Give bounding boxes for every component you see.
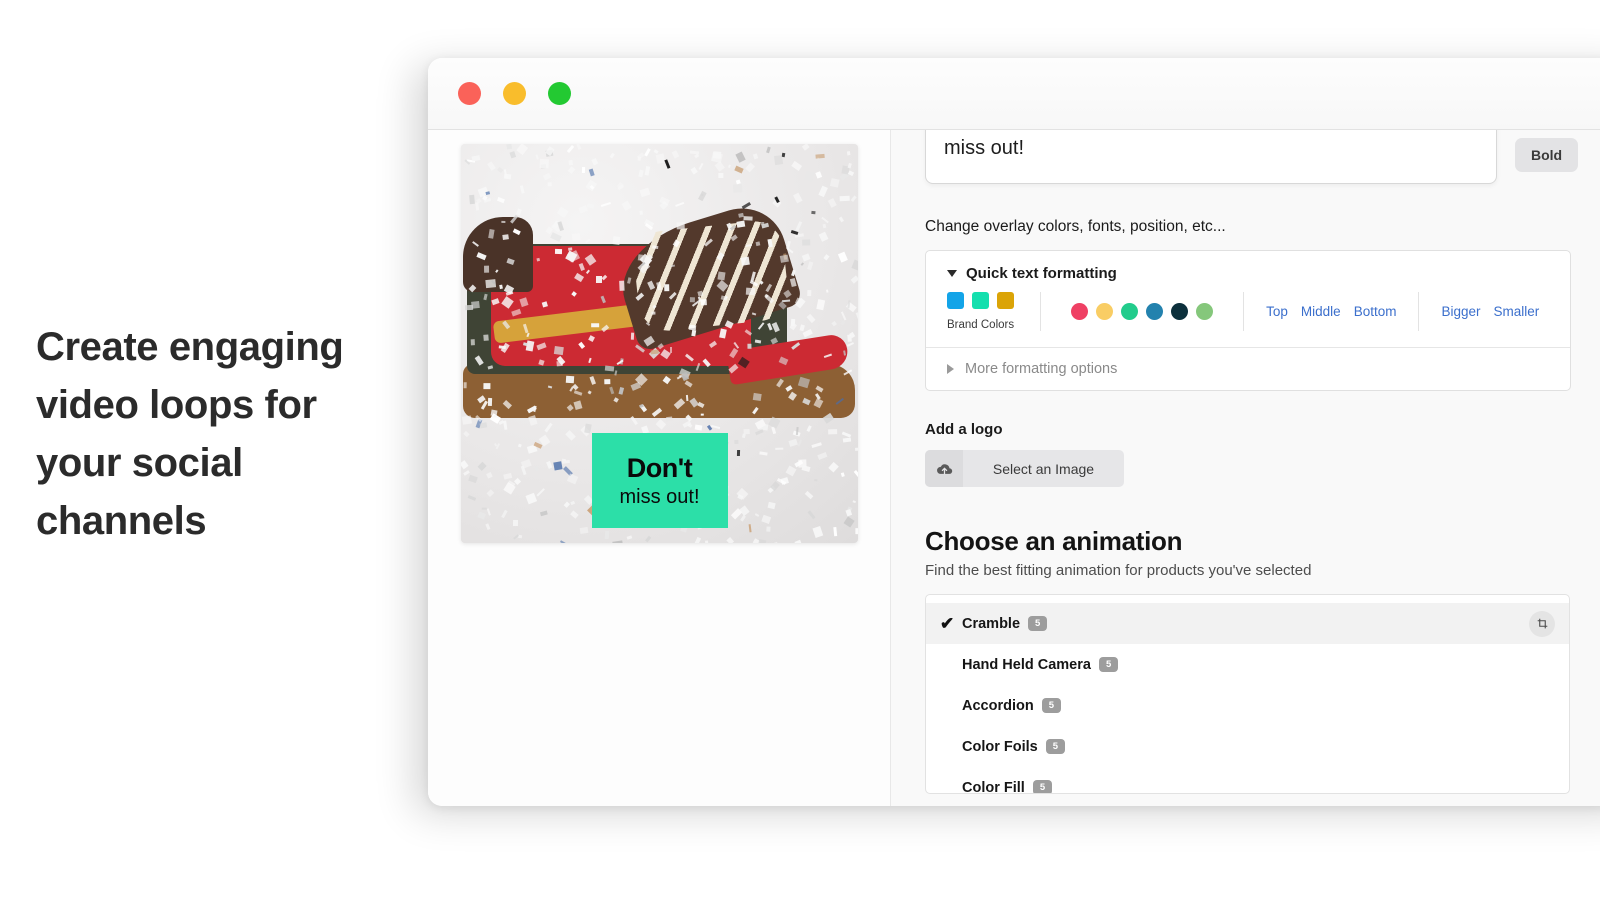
window-body: Don't miss out! miss out! Bold Change ov… <box>428 130 1600 806</box>
size-links[interactable]: Bigger Smaller <box>1441 304 1539 319</box>
animation-item-color-foils[interactable]: Color Foils 5 <box>926 726 1569 767</box>
page-headline: Create engaging video loops for your soc… <box>36 325 344 543</box>
select-image-label: Select an Image <box>992 460 1095 477</box>
position-middle-link[interactable]: Middle <box>1301 304 1341 319</box>
palette-color-dots[interactable] <box>1071 303 1214 320</box>
window-close-button[interactable] <box>458 82 481 105</box>
palette-color-4[interactable] <box>1146 303 1164 320</box>
animation-item-hand-held-camera[interactable]: Hand Held Camera 5 <box>926 644 1569 685</box>
chevron-right-icon <box>947 364 954 374</box>
animation-item-badge: 5 <box>1032 780 1053 793</box>
quick-formatting-card: Quick text formatting Brand Colors Top Mi… <box>925 250 1571 391</box>
animation-item-label: Color Fill <box>962 779 1025 794</box>
animation-item-label: Cramble <box>962 615 1021 632</box>
position-group: Top Middle Bottom <box>1243 292 1418 331</box>
quick-formatting-header[interactable]: Quick text formatting <box>926 251 1570 292</box>
animation-item-badge: 5 <box>1098 657 1119 672</box>
brand-color-swatch-2[interactable] <box>972 292 989 309</box>
window-maximize-button[interactable] <box>548 82 571 105</box>
brand-colors-label: Brand Colors <box>947 319 1015 331</box>
size-group: Bigger Smaller <box>1418 292 1561 331</box>
traffic-light-group <box>458 82 571 105</box>
animation-item-badge: 5 <box>1045 739 1066 754</box>
size-smaller-link[interactable]: Smaller <box>1494 304 1540 319</box>
palette-color-1[interactable] <box>1071 303 1089 320</box>
chevron-down-icon <box>947 270 957 277</box>
palette-color-6[interactable] <box>1196 303 1214 320</box>
animation-item-color-fill[interactable]: Color Fill 5 <box>926 767 1569 794</box>
check-icon: ✔ <box>940 613 955 633</box>
quick-formatting-title: Quick text formatting <box>966 265 1117 282</box>
window-minimize-button[interactable] <box>503 82 526 105</box>
brand-color-swatches[interactable] <box>947 292 1014 309</box>
animation-list[interactable]: ✔ Cramble 5 Hand Held Camera 5 Accordion 5 Colo… <box>925 594 1570 794</box>
more-formatting-label: More formatting options <box>965 361 1118 377</box>
overlay-text-input[interactable]: miss out! <box>925 130 1497 184</box>
position-top-link[interactable]: Top <box>1266 304 1288 319</box>
choose-animation-subtitle: Find the best fitting animation for prod… <box>925 562 1312 579</box>
page-root: Create engaging video loops for your soc… <box>0 0 1600 900</box>
app-window: Don't miss out! miss out! Bold Change ov… <box>428 58 1600 806</box>
add-logo-label: Add a logo <box>925 421 1003 438</box>
bold-button[interactable]: Bold <box>1515 138 1579 172</box>
animation-item-badge: 5 <box>1041 698 1061 713</box>
preview-pane: Don't miss out! <box>428 130 891 806</box>
palette-color-3[interactable] <box>1121 303 1139 320</box>
overlay-line-2: miss out! <box>619 485 700 508</box>
select-image-button[interactable]: Select an Image <box>925 450 1124 487</box>
overlay-line-1: Don't <box>626 452 693 483</box>
animation-item-cramble[interactable]: ✔ Cramble 5 <box>926 603 1569 644</box>
animation-item-label: Hand Held Camera <box>962 656 1091 673</box>
window-titlebar <box>428 58 1600 130</box>
brand-color-swatch-3[interactable] <box>997 292 1014 309</box>
palette-group <box>1040 292 1243 331</box>
quick-formatting-row: Brand Colors Top Middle Bottom Bigger Small… <box>926 292 1570 347</box>
palette-color-5[interactable] <box>1171 303 1189 320</box>
size-bigger-link[interactable]: Bigger <box>1441 304 1480 319</box>
cloud-upload-icon <box>925 450 963 487</box>
animation-item-badge: 5 <box>1028 616 1048 631</box>
text-overlay-box[interactable]: Don't miss out! <box>591 433 728 528</box>
overlay-hint-text: Change overlay colors, fonts, position, … <box>925 218 1226 235</box>
crop-icon-button[interactable] <box>1529 610 1555 637</box>
animation-item-label: Accordion <box>962 697 1034 714</box>
overlay-text-row: miss out! Bold <box>925 130 1600 184</box>
editor-pane: miss out! Bold Change overlay colors, fo… <box>891 130 1600 806</box>
position-links[interactable]: Top Middle Bottom <box>1266 304 1396 319</box>
video-preview-canvas[interactable]: Don't miss out! <box>460 144 858 543</box>
brand-color-swatch-1[interactable] <box>947 292 964 309</box>
palette-color-2[interactable] <box>1096 303 1114 320</box>
more-formatting-options[interactable]: More formatting options <box>926 347 1570 390</box>
choose-animation-title: Choose an animation <box>925 526 1183 556</box>
brand-colors-group: Brand Colors <box>926 292 1040 331</box>
position-bottom-link[interactable]: Bottom <box>1354 304 1397 319</box>
animation-item-label: Color Foils <box>962 738 1038 755</box>
animation-item-accordion[interactable]: Accordion 5 <box>926 685 1569 726</box>
